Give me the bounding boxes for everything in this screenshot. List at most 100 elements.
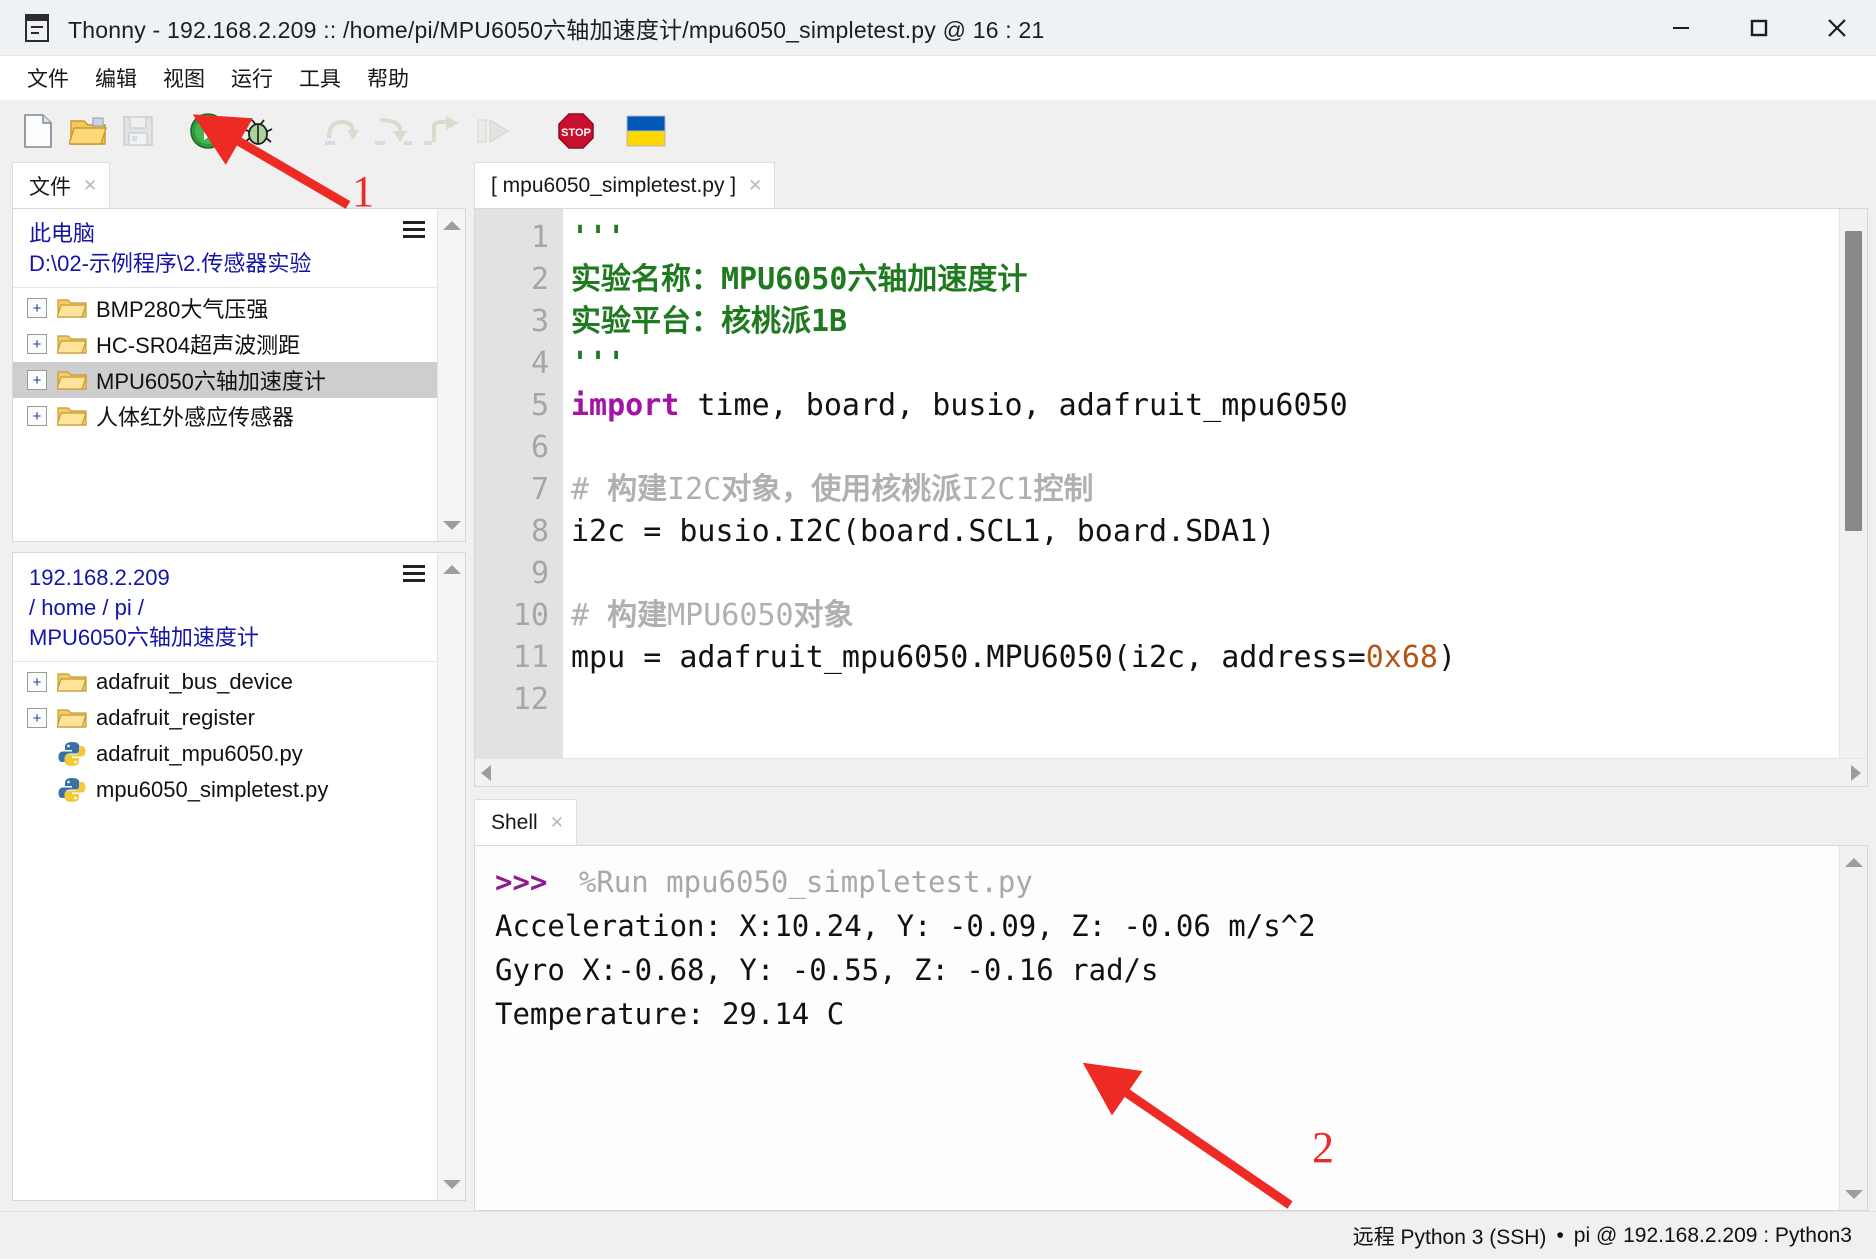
line-number: 11 (512, 640, 549, 675)
hamburger-icon[interactable] (403, 565, 425, 582)
line-number: 1 (530, 220, 549, 255)
code-token: 控制 (1033, 472, 1094, 507)
editor-vertical-scrollbar[interactable] (1839, 209, 1867, 758)
close-icon[interactable]: ✕ (83, 176, 97, 196)
remote-tree-header: 192.168.2.209 / home / pi / MPU6050六轴加速度… (13, 553, 437, 662)
expander-icon[interactable]: + (27, 370, 47, 390)
debug-icon[interactable] (236, 109, 280, 153)
scroll-up-icon[interactable] (438, 213, 465, 237)
close-button[interactable] (1798, 0, 1876, 56)
code-text[interactable]: ''' 实验名称：MPU6050六轴加速度计 实验平台：核桃派1B ''' import… (563, 209, 1839, 758)
shell-prompt: >>> (495, 865, 548, 899)
code-editor[interactable]: 1 2 3 4 5 6 7 8 9 10 11 12 ''' 实验名称：MPU6… (474, 208, 1868, 787)
local-file-tree[interactable]: 此电脑 D:\02-示例程序\2.传感器实验 + BMP280大气压强 + HC… (12, 208, 466, 542)
run-icon[interactable] (186, 109, 230, 153)
status-connection[interactable]: pi @ 192.168.2.209 : Python3 (1574, 1224, 1852, 1248)
scrollbar-thumb[interactable] (1845, 231, 1862, 531)
folder-icon (57, 670, 87, 694)
hamburger-icon[interactable] (403, 221, 425, 238)
menu-bar: 文件 编辑 视图 运行 工具 帮助 (0, 56, 1876, 100)
line-number: 8 (530, 514, 549, 549)
remote-header-line-3: MPU6050六轴加速度计 (29, 625, 259, 650)
close-icon[interactable]: ✕ (748, 176, 762, 196)
tree-item-bmp280[interactable]: + BMP280大气压强 (13, 290, 437, 326)
code-token: I2C1 (961, 472, 1034, 507)
local-tree-scrollbar[interactable] (437, 209, 465, 541)
remote-file-tree[interactable]: 192.168.2.209 / home / pi / MPU6050六轴加速度… (12, 552, 466, 1201)
expander-icon[interactable]: + (27, 298, 47, 318)
new-file-icon[interactable] (16, 109, 60, 153)
expander-icon[interactable]: + (27, 708, 47, 728)
annotation-label-2: 2 (1312, 1123, 1334, 1172)
shell-pane: Shell ✕ >>> %Run mpu6050_simpletest.py A… (474, 799, 1868, 1211)
menu-file[interactable]: 文件 (14, 59, 82, 97)
scroll-left-icon[interactable] (481, 764, 491, 781)
tab-shell-label: Shell (491, 810, 538, 834)
expander-icon[interactable]: + (27, 406, 47, 426)
folder-icon (57, 332, 87, 356)
code-token: 实验平台：核桃派 (571, 304, 811, 339)
status-interpreter[interactable]: 远程 Python 3 (SSH) (1353, 1221, 1547, 1251)
line-number: 6 (530, 430, 549, 465)
menu-run[interactable]: 运行 (218, 59, 286, 97)
open-folder-icon[interactable] (66, 109, 110, 153)
tab-shell[interactable]: Shell ✕ (474, 799, 577, 845)
main-body: 文件 ✕ 此电脑 D:\02-示例程序\2.传感器实验 + BMP280大气压强… (0, 162, 1876, 1211)
menu-tools[interactable]: 工具 (286, 59, 354, 97)
tree-item-mpu6050-simpletest-py[interactable]: mpu6050_simpletest.py (13, 772, 437, 808)
expander-icon[interactable]: + (27, 334, 47, 354)
shell-output-line: Gyro X:-0.68, Y: -0.55, Z: -0.16 rad/s (495, 953, 1159, 987)
maximize-button[interactable] (1720, 0, 1798, 56)
scroll-down-icon[interactable] (438, 513, 465, 537)
status-separator: • (1556, 1223, 1564, 1247)
shell-output[interactable]: >>> %Run mpu6050_simpletest.py Accelerat… (475, 846, 1839, 1210)
tree-item-label: adafruit_mpu6050.py (96, 741, 303, 766)
window-controls (1642, 0, 1876, 56)
scroll-down-icon[interactable] (1840, 1182, 1867, 1206)
remote-header-line-1: 192.168.2.209 (29, 565, 170, 590)
close-icon[interactable]: ✕ (550, 813, 564, 833)
line-number: 9 (530, 556, 549, 591)
stop-icon[interactable]: STOP (554, 109, 598, 153)
expander-icon (27, 780, 47, 800)
tree-item-pir[interactable]: + 人体红外感应传感器 (13, 398, 437, 434)
minimize-button[interactable] (1642, 0, 1720, 56)
tree-item-adafruit-register[interactable]: + adafruit_register (13, 700, 437, 736)
line-number: 2 (530, 262, 549, 297)
shell-output-line: Temperature: 29.14 C (495, 997, 845, 1031)
shell-console[interactable]: >>> %Run mpu6050_simpletest.py Accelerat… (474, 845, 1868, 1211)
menu-view[interactable]: 视图 (150, 59, 218, 97)
local-header-line-1: 此电脑 (29, 221, 96, 246)
code-line: 实验名称：MPU6050六轴加速度计 (571, 259, 1839, 301)
local-header-line-2: D:\02-示例程序\2.传感器实验 (29, 251, 312, 276)
scroll-up-icon[interactable] (1840, 850, 1867, 874)
menu-edit[interactable]: 编辑 (82, 59, 150, 97)
python-file-icon (57, 740, 87, 768)
remote-header-line-2: / home / pi / (29, 595, 144, 620)
line-number: 3 (530, 304, 549, 339)
tree-item-hcsr04[interactable]: + HC-SR04超声波测距 (13, 326, 437, 362)
expander-icon[interactable]: + (27, 672, 47, 692)
code-line: i2c = busio.I2C(board.SCL1, board.SDA1) (571, 511, 1839, 553)
tab-editor-file[interactable]: [ mpu6050_simpletest.py ] ✕ (474, 162, 776, 208)
scroll-down-icon[interactable] (438, 1172, 465, 1196)
remote-tree-rows: + adafruit_bus_device + adafruit_registe… (13, 662, 437, 1200)
line-number: 5 (530, 388, 549, 423)
editor-horizontal-scrollbar[interactable] (475, 758, 1867, 786)
thonny-icon (22, 11, 56, 45)
tree-item-adafruit-bus-device[interactable]: + adafruit_bus_device (13, 664, 437, 700)
tab-files[interactable]: 文件 ✕ (12, 162, 111, 208)
shell-vertical-scrollbar[interactable] (1839, 846, 1867, 1210)
tree-item-mpu6050[interactable]: + MPU6050六轴加速度计 (13, 362, 437, 398)
scroll-up-icon[interactable] (438, 557, 465, 581)
line-number: 12 (512, 682, 549, 717)
editor-pane: [ mpu6050_simpletest.py ] ✕ 1 2 3 4 5 6 (474, 162, 1868, 787)
remote-tree-scrollbar[interactable] (437, 553, 465, 1200)
tree-item-adafruit-mpu6050-py[interactable]: adafruit_mpu6050.py (13, 736, 437, 772)
menu-help[interactable]: 帮助 (354, 59, 422, 97)
line-number: 7 (530, 472, 549, 507)
step-out-icon (420, 109, 464, 153)
ukraine-flag-icon[interactable] (624, 109, 668, 153)
scroll-right-icon[interactable] (1851, 764, 1861, 781)
editor-tabstrip: [ mpu6050_simpletest.py ] ✕ (474, 162, 1868, 208)
